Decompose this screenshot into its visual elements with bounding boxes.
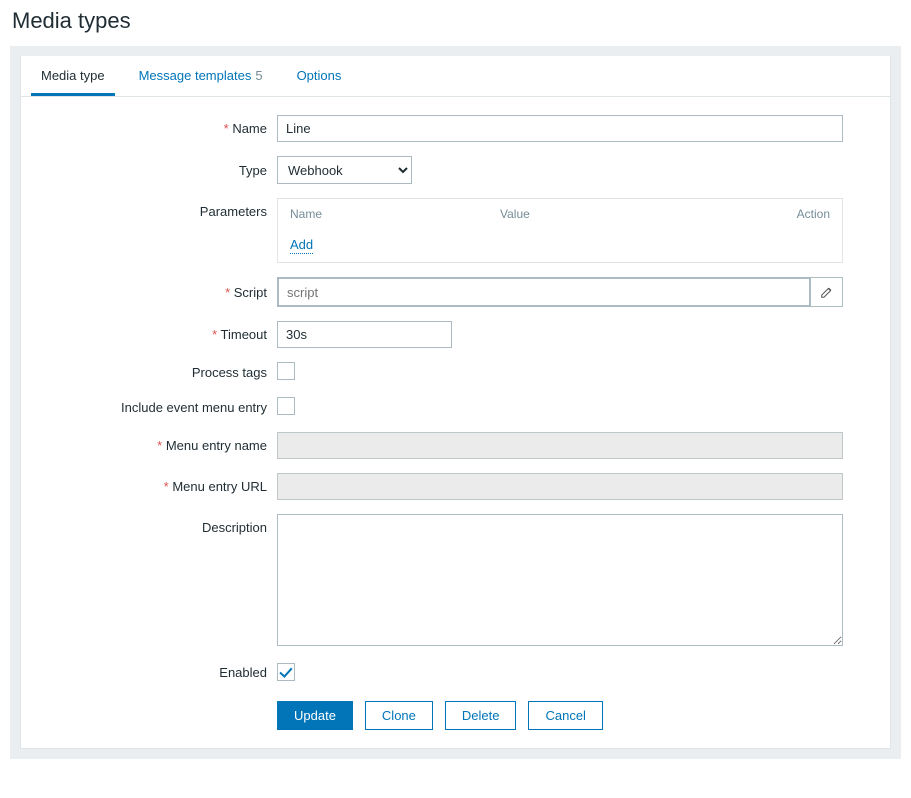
tab-count: 5 [255, 68, 262, 83]
label-include-event-menu: Include event menu entry [39, 400, 277, 415]
label-name: Name [39, 121, 277, 136]
label-process-tags: Process tags [39, 365, 277, 380]
pencil-icon [820, 285, 834, 299]
cancel-button[interactable]: Cancel [528, 701, 602, 730]
params-add-link[interactable]: Add [290, 237, 313, 254]
params-col-value: Value [500, 207, 770, 221]
timeout-input[interactable] [277, 321, 452, 348]
clone-button[interactable]: Clone [365, 701, 433, 730]
tab-options[interactable]: Options [287, 56, 352, 96]
label-type: Type [39, 163, 277, 178]
menu-entry-url-input [277, 473, 843, 500]
label-description: Description [39, 514, 277, 535]
params-col-name: Name [290, 207, 500, 221]
enabled-checkbox[interactable] [277, 663, 295, 681]
tab-label: Options [297, 68, 342, 83]
label-parameters: Parameters [39, 198, 277, 219]
parameters-table: Name Value Action Add [277, 198, 843, 263]
label-script: Script [39, 285, 277, 300]
script-edit-button[interactable] [810, 278, 842, 306]
tabs: Media type Message templates5 Options [21, 56, 890, 97]
label-timeout: Timeout [39, 327, 277, 342]
button-row: Update Clone Delete Cancel [277, 695, 872, 730]
tab-label: Media type [41, 68, 105, 83]
script-input[interactable] [278, 278, 810, 306]
process-tags-checkbox[interactable] [277, 362, 295, 380]
type-select[interactable]: Webhook [277, 156, 412, 184]
name-input[interactable] [277, 115, 843, 142]
tab-message-templates[interactable]: Message templates5 [129, 56, 273, 96]
update-button[interactable]: Update [277, 701, 353, 730]
label-enabled: Enabled [39, 665, 277, 680]
include-event-menu-checkbox[interactable] [277, 397, 295, 415]
script-field [277, 277, 843, 307]
tab-media-type[interactable]: Media type [31, 56, 115, 96]
delete-button[interactable]: Delete [445, 701, 517, 730]
params-col-action: Action [770, 207, 830, 221]
tab-label: Message templates [139, 68, 252, 83]
page-title: Media types [12, 8, 901, 34]
label-menu-entry-url: Menu entry URL [39, 479, 277, 494]
description-textarea[interactable] [277, 514, 843, 646]
form: Name Type Webhook Parameters [21, 97, 890, 748]
menu-entry-name-input [277, 432, 843, 459]
label-menu-entry-name: Menu entry name [39, 438, 277, 453]
